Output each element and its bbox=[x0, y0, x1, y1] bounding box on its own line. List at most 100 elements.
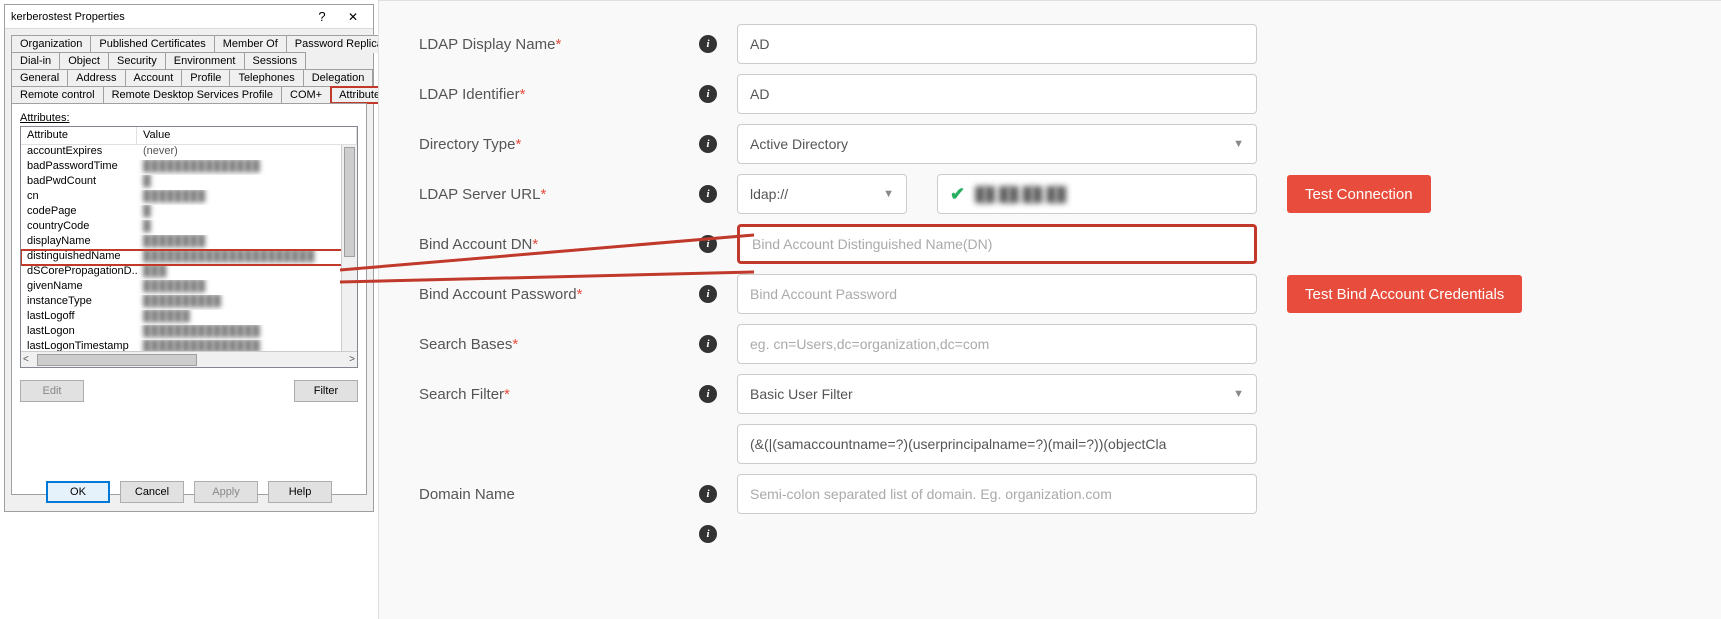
help-icon[interactable]: ? bbox=[308, 6, 336, 26]
tab-security[interactable]: Security bbox=[108, 52, 166, 70]
attr-name: lastLogonTimestamp bbox=[21, 340, 137, 351]
search-filter-value: Basic User Filter bbox=[750, 386, 853, 402]
list-header[interactable]: Attribute Value bbox=[21, 127, 357, 145]
info-icon[interactable]: i bbox=[699, 35, 717, 53]
tab-remote-desktop-services-profile[interactable]: Remote Desktop Services Profile bbox=[103, 86, 282, 104]
attributes-listbox[interactable]: Attribute Value accountExpires(never)bad… bbox=[20, 126, 358, 368]
attr-name: badPasswordTime bbox=[21, 160, 137, 175]
list-item[interactable]: badPwdCount█ bbox=[21, 175, 357, 190]
titlebar[interactable]: kerberostest Properties ? ✕ bbox=[5, 5, 373, 29]
ldap-display-name-input[interactable] bbox=[737, 24, 1257, 64]
list-item[interactable]: badPasswordTime███████████████ bbox=[21, 160, 357, 175]
attr-value: ███████████████ bbox=[137, 340, 357, 351]
domain-name-label: Domain Name bbox=[419, 486, 699, 503]
attr-value: ████████ bbox=[137, 280, 357, 295]
bind-account-password-input[interactable] bbox=[737, 274, 1257, 314]
info-icon[interactable]: i bbox=[699, 135, 717, 153]
info-icon[interactable]: i bbox=[699, 525, 717, 543]
tab-general[interactable]: General bbox=[11, 69, 68, 87]
ldap-protocol-select[interactable]: ldap:// ▼ bbox=[737, 174, 907, 214]
tabstrip: OrganizationPublished CertificatesMember… bbox=[11, 35, 367, 103]
search-filter-select[interactable]: Basic User Filter ▼ bbox=[737, 374, 1257, 414]
attr-name: codePage bbox=[21, 205, 137, 220]
list-item[interactable]: cn████████ bbox=[21, 190, 357, 205]
test-connection-button[interactable]: Test Connection bbox=[1287, 175, 1431, 213]
tab-sessions[interactable]: Sessions bbox=[244, 52, 307, 70]
list-item[interactable]: lastLogon███████████████ bbox=[21, 325, 357, 340]
tab-telephones[interactable]: Telephones bbox=[229, 69, 303, 87]
attr-name: displayName bbox=[21, 235, 137, 250]
ldap-host-value: ██.██.██.██ bbox=[975, 186, 1066, 202]
list-item[interactable]: lastLogoff██████ bbox=[21, 310, 357, 325]
attr-value: ██████ bbox=[137, 310, 357, 325]
attr-name: accountExpires bbox=[21, 145, 137, 160]
chevron-down-icon: ▼ bbox=[883, 188, 894, 200]
list-item[interactable]: countryCode█ bbox=[21, 220, 357, 235]
ldap-server-url-label: LDAP Server URL* bbox=[419, 186, 699, 203]
ldap-protocol-value: ldap:// bbox=[750, 186, 788, 202]
chevron-down-icon: ▼ bbox=[1233, 388, 1244, 400]
tab-member-of[interactable]: Member Of bbox=[214, 35, 287, 53]
attr-value: ███████████████ bbox=[137, 160, 357, 175]
tab-published-certificates[interactable]: Published Certificates bbox=[90, 35, 214, 53]
domain-name-input[interactable] bbox=[737, 474, 1257, 514]
list-item[interactable]: dSCorePropagationD...███ bbox=[21, 265, 357, 280]
help-button[interactable]: Help bbox=[268, 481, 332, 503]
tab-address[interactable]: Address bbox=[67, 69, 125, 87]
bind-account-dn-input[interactable] bbox=[737, 224, 1257, 264]
ldap-display-name-label: LDAP Display Name* bbox=[419, 36, 699, 53]
attr-value: ███████████████ bbox=[137, 325, 357, 340]
info-icon[interactable]: i bbox=[699, 85, 717, 103]
info-icon[interactable]: i bbox=[699, 335, 717, 353]
list-item[interactable]: lastLogonTimestamp███████████████ bbox=[21, 340, 357, 351]
cancel-button[interactable]: Cancel bbox=[120, 481, 184, 503]
info-icon[interactable]: i bbox=[699, 185, 717, 203]
ok-button[interactable]: OK bbox=[46, 481, 110, 503]
bind-account-password-label: Bind Account Password* bbox=[419, 286, 699, 303]
search-filter-expression[interactable]: (&(|(samaccountname=?)(userprincipalname… bbox=[737, 424, 1257, 464]
check-icon: ✔ bbox=[950, 184, 965, 205]
close-icon[interactable]: ✕ bbox=[339, 7, 367, 27]
ldap-host-box[interactable]: ✔ ██.██.██.██ bbox=[937, 174, 1257, 214]
tab-com-[interactable]: COM+ bbox=[281, 86, 331, 104]
tab-organization[interactable]: Organization bbox=[11, 35, 91, 53]
list-item[interactable]: distinguishedName██████████████████████ bbox=[21, 250, 357, 265]
tab-account[interactable]: Account bbox=[125, 69, 183, 87]
info-icon[interactable]: i bbox=[699, 285, 717, 303]
window-title: kerberostest Properties bbox=[11, 11, 125, 23]
list-item[interactable]: accountExpires(never) bbox=[21, 145, 357, 160]
tab-environment[interactable]: Environment bbox=[165, 52, 245, 70]
edit-button[interactable]: Edit bbox=[20, 380, 84, 402]
col-header-value[interactable]: Value bbox=[137, 127, 357, 144]
directory-type-select[interactable]: Active Directory ▼ bbox=[737, 124, 1257, 164]
attr-name: instanceType bbox=[21, 295, 137, 310]
tab-remote-control[interactable]: Remote control bbox=[11, 86, 104, 104]
attr-name: lastLogoff bbox=[21, 310, 137, 325]
tab-profile[interactable]: Profile bbox=[181, 69, 230, 87]
filter-button[interactable]: Filter bbox=[294, 380, 358, 402]
tab-dial-in[interactable]: Dial-in bbox=[11, 52, 60, 70]
ldap-identifier-input[interactable] bbox=[737, 74, 1257, 114]
vertical-scrollbar[interactable] bbox=[341, 145, 357, 351]
info-icon[interactable]: i bbox=[699, 235, 717, 253]
tab-body: Attributes: Attribute Value accountExpir… bbox=[11, 103, 367, 495]
attr-name: cn bbox=[21, 190, 137, 205]
list-item[interactable]: instanceType██████████ bbox=[21, 295, 357, 310]
list-item[interactable]: displayName████████ bbox=[21, 235, 357, 250]
test-bind-credentials-button[interactable]: Test Bind Account Credentials bbox=[1287, 275, 1522, 313]
col-header-attribute[interactable]: Attribute bbox=[21, 127, 137, 144]
search-bases-label: Search Bases* bbox=[419, 336, 699, 353]
apply-button[interactable]: Apply bbox=[194, 481, 258, 503]
directory-type-value: Active Directory bbox=[750, 136, 848, 152]
properties-dialog: kerberostest Properties ? ✕ Organization… bbox=[4, 4, 374, 512]
list-item[interactable]: codePage█ bbox=[21, 205, 357, 220]
info-icon[interactable]: i bbox=[699, 385, 717, 403]
attr-name: badPwdCount bbox=[21, 175, 137, 190]
tab-delegation[interactable]: Delegation bbox=[303, 69, 374, 87]
tab-object[interactable]: Object bbox=[59, 52, 109, 70]
horizontal-scrollbar[interactable]: <> bbox=[21, 351, 357, 367]
attributes-label: Attributes: bbox=[20, 112, 358, 124]
search-bases-input[interactable] bbox=[737, 324, 1257, 364]
list-item[interactable]: givenName████████ bbox=[21, 280, 357, 295]
info-icon[interactable]: i bbox=[699, 485, 717, 503]
